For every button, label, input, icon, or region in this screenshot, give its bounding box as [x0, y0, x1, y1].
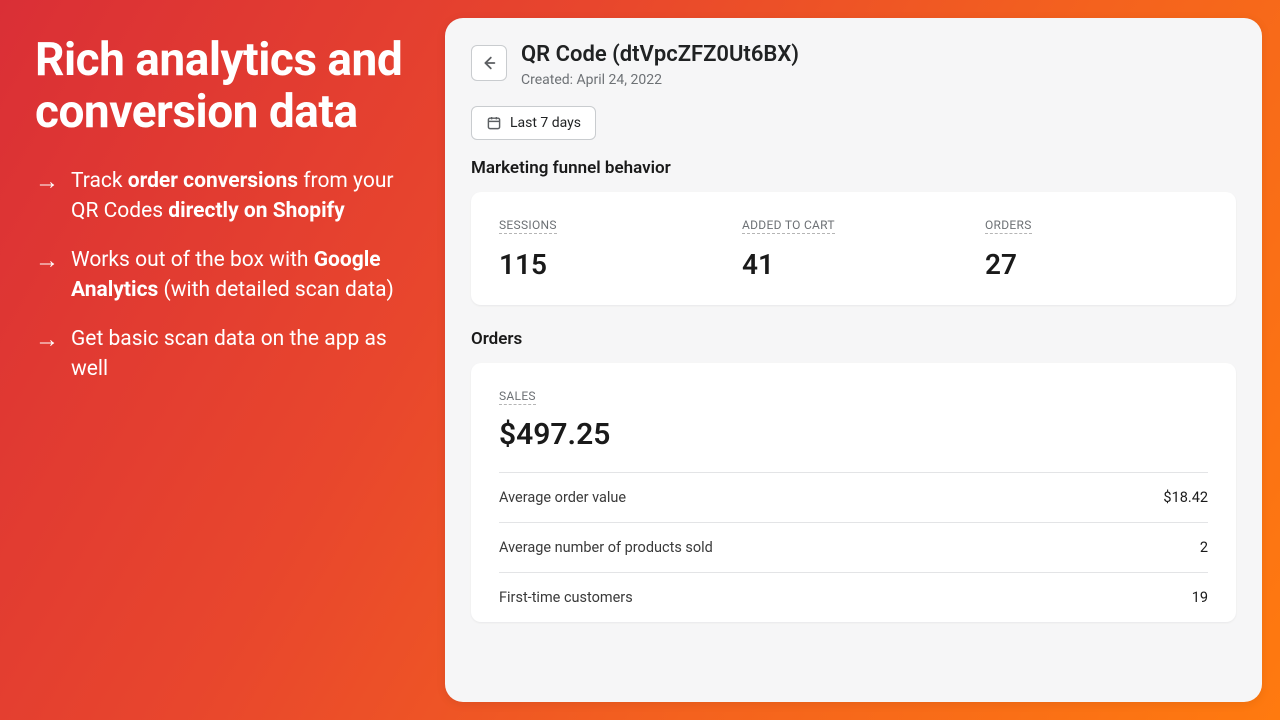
stat-value: 41: [742, 248, 965, 281]
promo-bullet: → Get basic scan data on the app as well: [35, 324, 420, 385]
promo-heading: Rich analytics and conversion data: [35, 35, 420, 138]
stat-orders: ORDERS 27: [985, 214, 1208, 281]
metric-value: $18.42: [1163, 489, 1208, 506]
metric-value: 2: [1200, 539, 1208, 556]
stat-added-to-cart: ADDED TO CART 41: [742, 214, 965, 281]
stat-label: ORDERS: [985, 218, 1032, 234]
stat-label: SESSIONS: [499, 218, 557, 234]
arrow-right-icon: →: [35, 245, 59, 276]
metric-label: Average order value: [499, 489, 626, 506]
funnel-card: SESSIONS 115 ADDED TO CART 41 ORDERS 27: [471, 192, 1236, 305]
promo-bullet: → Works out of the box with Google Analy…: [35, 245, 420, 306]
calendar-icon: [486, 115, 502, 131]
promo-panel: Rich analytics and conversion data → Tra…: [35, 35, 420, 403]
metric-value: 19: [1192, 589, 1208, 606]
arrow-right-icon: →: [35, 166, 59, 197]
funnel-heading: Marketing funnel behavior: [471, 158, 1236, 178]
sales-label: SALES: [499, 389, 536, 405]
app-panel: QR Code (dtVpcZFZ0Ut6BX) Created: April …: [445, 18, 1262, 702]
sales-value: $497.25: [499, 417, 1208, 452]
stat-value: 27: [985, 248, 1208, 281]
arrow-right-icon: →: [35, 324, 59, 355]
promo-list: → Track order conversions from your QR C…: [35, 166, 420, 385]
orders-card: SALES $497.25 Average order value $18.42…: [471, 363, 1236, 622]
date-range-label: Last 7 days: [510, 115, 581, 131]
stat-sessions: SESSIONS 115: [499, 214, 722, 281]
date-range-picker[interactable]: Last 7 days: [471, 106, 596, 140]
metric-row: Average order value $18.42: [499, 472, 1208, 522]
back-button[interactable]: [471, 45, 507, 81]
arrow-left-icon: [480, 54, 498, 72]
metric-row: First-time customers 19: [499, 572, 1208, 622]
stat-label: ADDED TO CART: [742, 218, 835, 234]
app-header: QR Code (dtVpcZFZ0Ut6BX) Created: April …: [471, 42, 1236, 88]
metric-label: Average number of products sold: [499, 539, 713, 556]
orders-heading: Orders: [471, 329, 1236, 349]
promo-bullet: → Track order conversions from your QR C…: [35, 166, 420, 227]
page-title: QR Code (dtVpcZFZ0Ut6BX): [521, 42, 799, 68]
metric-label: First-time customers: [499, 589, 633, 606]
stat-value: 115: [499, 248, 722, 281]
metric-row: Average number of products sold 2: [499, 522, 1208, 572]
page-subtitle: Created: April 24, 2022: [521, 72, 799, 88]
